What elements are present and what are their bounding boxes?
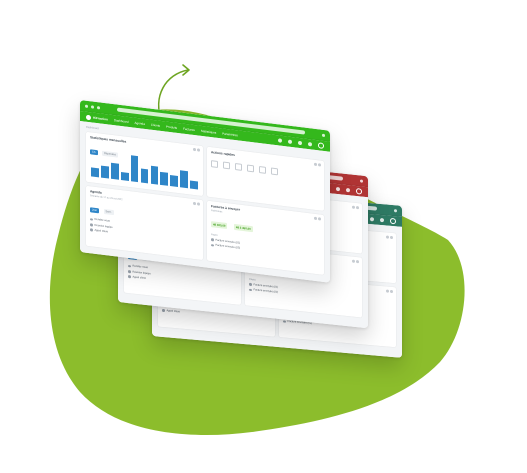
nav-item[interactable]: Statistiques [201,129,217,135]
quick-actions-card: Actions rapides [207,146,324,211]
bell-icon[interactable] [336,186,340,192]
window-dot-icon[interactable] [91,104,94,109]
menu-icon[interactable] [313,216,317,221]
chart-bar [130,155,139,183]
menu-icon[interactable] [351,205,355,209]
avatar[interactable] [318,142,324,149]
settings-icon[interactable] [308,141,312,147]
event-dot-icon [90,217,93,221]
agenda-item-label: Réunion équipe [132,270,151,276]
chart-bar [140,168,149,184]
event-dot-icon [162,309,165,313]
chart-bar [190,180,198,190]
extension-icon[interactable] [394,208,397,212]
invoices-card: Factures à envoyer Paiements 48 400,00 4… [207,200,324,275]
status-dot-icon [249,288,252,292]
agenda-item-label: Rendez-vous [94,218,110,224]
nav-item[interactable]: Factures [183,127,195,132]
chart-bar [180,170,189,189]
shortcut-icon[interactable] [271,167,278,176]
shortcut-icon[interactable] [259,165,266,174]
bell-icon[interactable] [298,140,302,146]
nav-item[interactable]: Paramètres [222,131,238,137]
menu-icon[interactable] [192,201,196,206]
event-dot-icon [90,223,93,227]
event-dot-icon [128,275,131,279]
logo-text: HiFraction [93,115,108,122]
app-logo: HiFraction [86,114,108,122]
chart-bar [160,171,169,186]
monthly-stats-card: Statistiques mensuelles CA Dépenses [86,131,203,197]
chart-bar [100,165,109,179]
app-window-green: HiFraction Dashboard Agenda Clients Produit… [80,100,330,283]
event-dot-icon [90,228,93,232]
shortcut-icon[interactable] [211,160,218,168]
menu-icon[interactable] [192,147,196,152]
status-dot-icon [283,319,286,323]
agenda-item-label: Appel client [132,275,146,281]
amount-badge: 48 400,00 [211,221,228,230]
search-icon[interactable] [278,138,282,143]
agenda-item-label: Appel client [94,228,108,234]
extension-icon[interactable] [322,133,325,137]
window-dot-icon[interactable] [97,105,100,109]
chart-bar [110,163,119,180]
window-dot-icon[interactable] [85,104,88,108]
bell-icon[interactable] [370,217,374,222]
chart-bar [120,172,129,181]
agenda-card: Agenda Semaine du 17 au 23 oct 2022 Jour… [86,185,203,261]
extension-icon[interactable] [360,178,363,183]
shortcut-icon[interactable] [235,163,242,171]
expand-icon[interactable] [356,206,359,210]
agenda-item-label: Appel client [166,309,180,314]
invoice-item-label: Facture envoyée (02) [253,288,279,295]
expand-icon[interactable] [318,163,321,167]
settings-icon[interactable] [380,217,384,223]
chip-secondary[interactable]: Sem. [103,209,114,215]
bar-chart [91,150,198,190]
shortcut-icon[interactable] [247,164,254,173]
menu-icon[interactable] [313,162,317,167]
status-dot-icon [249,282,252,286]
status-dot-icon [211,238,214,242]
menu-icon[interactable] [385,289,389,293]
chart-bar [91,167,99,178]
help-icon[interactable] [288,139,292,145]
logo-icon [86,114,91,120]
invoice-item-label: Facture envoyée (02) [215,243,241,250]
avatar[interactable] [390,217,396,225]
shortcut-icon[interactable] [223,161,230,170]
menu-icon[interactable] [351,259,355,263]
settings-icon[interactable] [346,187,350,193]
expand-icon[interactable] [318,217,321,221]
chart-bar [170,175,179,188]
event-dot-icon [128,270,131,273]
avatar[interactable] [356,188,362,195]
amount-badge: 48 3 450,00 [233,223,253,233]
expand-icon[interactable] [390,289,393,294]
event-dot-icon [128,264,131,268]
nav-item[interactable]: Produits [166,125,177,130]
nav-item[interactable]: Clients [151,123,160,128]
nav-item[interactable]: Dashboard [114,118,129,124]
status-dot-icon [211,243,214,247]
expand-icon[interactable] [197,202,200,206]
chart-bar [150,165,159,185]
agenda-item-label: Rendez-vous [132,264,148,270]
agenda-item-label: Réunion équipe [94,223,113,229]
chip-primary[interactable]: Jour [90,207,100,214]
menu-icon[interactable] [385,235,389,239]
expand-icon[interactable] [356,260,359,264]
nav-item[interactable]: Agenda [135,121,145,126]
expand-icon[interactable] [197,148,200,152]
expand-icon[interactable] [390,235,393,240]
